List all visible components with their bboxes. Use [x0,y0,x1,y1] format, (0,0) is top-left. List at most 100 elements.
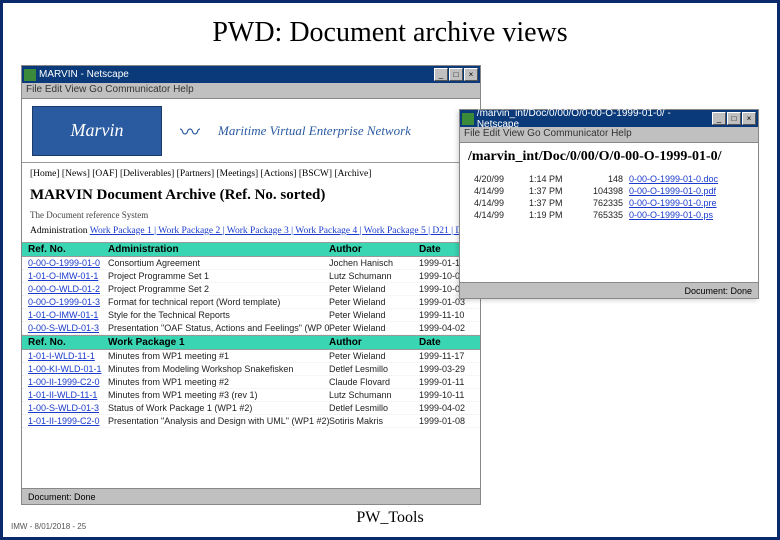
main-window-title: MARVIN - Netscape [39,69,129,80]
table-row[interactable]: 1-01-O-IMW-01-1Project Programme Set 1Lu… [22,270,480,283]
section-admin-header: Ref. No. Administration Author Date [22,242,480,257]
top-nav-links[interactable]: [Home] [News] [OAF] [Deliverables] [Part… [22,163,480,185]
ref-link[interactable]: 1-01-II-WLD-11-1 [28,390,108,400]
ref-link[interactable]: 1-00-S-WLD-01-3 [28,403,108,413]
doc-title: Minutes from WP1 meeting #3 (rev 1) [108,390,329,400]
doc-date: 1999-01-11 [419,377,474,387]
ref-link[interactable]: 0-00-O-1999-01-3 [28,297,108,307]
file-time: 1:19 PM [529,210,579,220]
table-row[interactable]: 1-01-O-IMW-01-1Style for the Technical R… [22,309,480,322]
file-link[interactable]: 0-00-O-1999-01-0.pre [629,198,748,208]
dir-titlebar[interactable]: /marvin_int/Doc/0/00/O/0-00-O-1999-01-0/… [460,110,758,127]
doc-date: 1999-10-11 [419,390,474,400]
doc-author: Peter Wieland [329,351,419,361]
main-menubar[interactable]: File Edit View Go Communicator Help [22,83,480,99]
footer-left: IMW - 8/01/2018 - 25 [11,522,86,531]
file-row[interactable]: 4/14/991:19 PM7653350-00-O-1999-01-0.ps [474,209,748,221]
main-browser-window: MARVIN - Netscape _ □ × File Edit View G… [21,65,481,505]
main-statusbar: Document: Done [22,488,480,504]
ref-link[interactable]: 1-00-KI-WLD-01-1 [28,364,108,374]
table-row[interactable]: 1-00-KI-WLD-01-1Minutes from Modeling Wo… [22,363,480,376]
file-link[interactable]: 0-00-O-1999-01-0.doc [629,174,748,184]
close-button[interactable]: × [742,112,756,125]
package-links[interactable]: Administration Work Package 1 | Work Pac… [22,224,480,242]
doc-title: Project Programme Set 1 [108,271,329,281]
pkg-admin[interactable]: Administration [30,226,88,236]
ref-link[interactable]: 0-00-O-1999-01-0 [28,258,108,268]
logo-area: Marvin 〰 Maritime Virtual Enterprise Net… [22,99,480,163]
file-time: 1:14 PM [529,174,579,184]
doc-author: Jochen Hanisch [329,258,419,268]
doc-author: Detlef Lesmillo [329,364,419,374]
maximize-button[interactable]: □ [449,68,463,81]
netscape-icon [24,69,36,81]
doc-author: Peter Wieland [329,297,419,307]
netscape-icon [462,113,474,125]
file-date: 4/14/99 [474,186,529,196]
doc-title: Minutes from Modeling Workshop Snakefisk… [108,364,329,374]
doc-author: Claude Flovard [329,377,419,387]
bird-icon: 〰 [170,116,210,146]
file-date: 4/20/99 [474,174,529,184]
file-time: 1:37 PM [529,198,579,208]
table-row[interactable]: 0-00-S-WLD-01-3Presentation "OAF Status,… [22,322,480,335]
doc-title: Style for the Technical Reports [108,310,329,320]
ref-link[interactable]: 1-01-O-IMW-01-1 [28,310,108,320]
col-title: Work Package 1 [108,337,329,348]
ref-link[interactable]: 1-01-I-WLD-11-1 [28,351,108,361]
ref-link[interactable]: 1-00-II-1999-C2-0 [28,377,108,387]
pkg-rest[interactable]: Work Package 1 | Work Package 2 | Work P… [90,226,467,236]
minimize-button[interactable]: _ [712,112,726,125]
file-link[interactable]: 0-00-O-1999-01-0.ps [629,210,748,220]
dir-statusbar: Document: Done [460,282,758,298]
doc-title: Project Programme Set 2 [108,284,329,294]
doc-title: Presentation "OAF Status, Actions and Fe… [108,323,329,333]
file-row[interactable]: 4/14/991:37 PM1043980-00-O-1999-01-0.pdf [474,185,748,197]
table-row[interactable]: 0-00-O-1999-01-0Consortium AgreementJoch… [22,257,480,270]
file-date: 4/14/99 [474,210,529,220]
doc-date: 1999-03-29 [419,364,474,374]
doc-date: 1999-04-02 [419,403,474,413]
table-row[interactable]: 1-01-II-1999-C2-0Presentation "Analysis … [22,415,480,428]
doc-author: Lutz Schumann [329,271,419,281]
table-row[interactable]: 1-00-II-1999-C2-0Minutes from WP1 meetin… [22,376,480,389]
dir-menubar[interactable]: File Edit View Go Communicator Help [460,127,758,143]
ref-link[interactable]: 1-01-O-IMW-01-1 [28,271,108,281]
table-row[interactable]: 1-01-I-WLD-11-1Minutes from WP1 meeting … [22,350,480,363]
doc-author: Peter Wieland [329,310,419,320]
doc-title: Presentation "Analysis and Design with U… [108,416,329,426]
doc-author: Peter Wieland [329,323,419,333]
table-row[interactable]: 0-00-O-1999-01-3Format for technical rep… [22,296,480,309]
archive-heading: MARVIN Document Archive (Ref. No. sorted… [22,185,480,210]
file-size: 762335 [579,198,629,208]
file-date: 4/14/99 [474,198,529,208]
ref-link[interactable]: 0-00-O-WLD-01-2 [28,284,108,294]
file-list: 4/20/991:14 PM1480-00-O-1999-01-0.doc4/1… [460,165,758,225]
table-row[interactable]: 0-00-O-WLD-01-2Project Programme Set 2Pe… [22,283,480,296]
col-refno: Ref. No. [28,244,108,255]
doc-title: Minutes from WP1 meeting #2 [108,377,329,387]
ref-link[interactable]: 0-00-S-WLD-01-3 [28,323,108,333]
status-text: Document: Done [28,492,96,502]
table-row[interactable]: 1-01-II-WLD-11-1Minutes from WP1 meeting… [22,389,480,402]
file-size: 148 [579,174,629,184]
col-refno: Ref. No. [28,337,108,348]
minimize-button[interactable]: _ [434,68,448,81]
tagline: Maritime Virtual Enterprise Network [218,123,411,139]
table-row[interactable]: 1-00-S-WLD-01-3Status of Work Package 1 … [22,402,480,415]
doc-date: 1999-04-02 [419,323,474,333]
main-titlebar[interactable]: MARVIN - Netscape _ □ × [22,66,480,83]
doc-title: Status of Work Package 1 (WP1 #2) [108,403,329,413]
close-button[interactable]: × [464,68,478,81]
file-link[interactable]: 0-00-O-1999-01-0.pdf [629,186,748,196]
doc-date: 1999-11-10 [419,310,474,320]
maximize-button[interactable]: □ [727,112,741,125]
file-row[interactable]: 4/20/991:14 PM1480-00-O-1999-01-0.doc [474,173,748,185]
file-time: 1:37 PM [529,186,579,196]
footer-center: PW_Tools [356,509,423,527]
file-row[interactable]: 4/14/991:37 PM7623350-00-O-1999-01-0.pre [474,197,748,209]
col-date: Date [419,337,474,348]
col-author: Author [329,337,419,348]
file-size: 104398 [579,186,629,196]
ref-link[interactable]: 1-01-II-1999-C2-0 [28,416,108,426]
